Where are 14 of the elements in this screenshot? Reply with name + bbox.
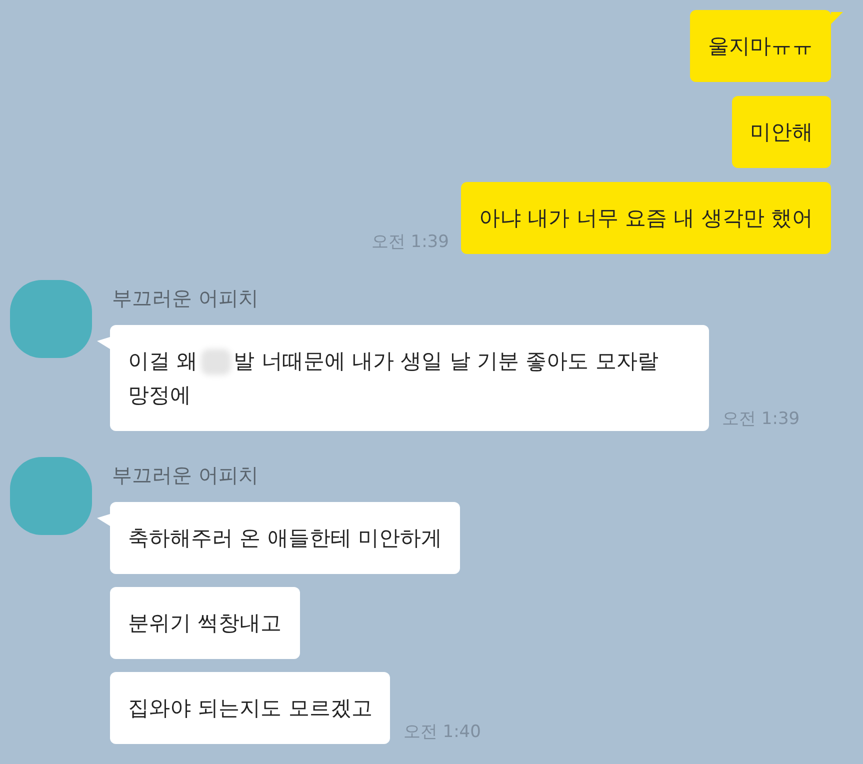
message-bubble: 울지마ㅠㅠ (690, 10, 831, 82)
speech-tail-icon (97, 514, 110, 526)
message-bubble: 축하해주러 온 애들한테 미안하게 (110, 502, 460, 574)
profile-avatar[interactable] (10, 280, 92, 358)
profile-avatar[interactable] (10, 457, 92, 535)
speech-tail-icon (97, 337, 110, 349)
message-bubble: 분위기 썩창내고 (110, 587, 300, 659)
message-bubble: 집와야 되는지도 모르겠고 (110, 672, 390, 744)
sender-name: 부끄러운 어피치 (112, 462, 258, 489)
message-bubble: 미안해 (732, 96, 831, 168)
message-bubble: 이걸 왜 발 너때문에 내가 생일 날 기분 좋아도 모자랄 망정에 (110, 325, 709, 431)
speech-tail-icon (831, 12, 843, 24)
message-bubble: 아냐 내가 너무 요즘 내 생각만 했어 (460, 182, 831, 254)
sender-name: 부끄러운 어피치 (112, 285, 258, 312)
